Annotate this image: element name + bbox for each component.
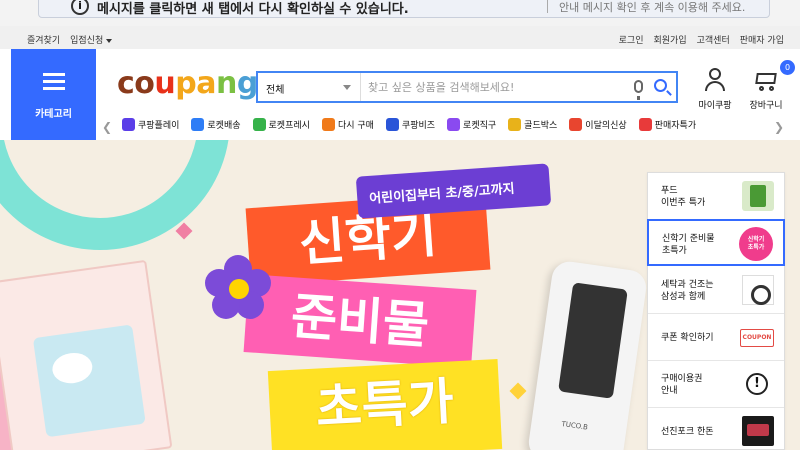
global-icon	[447, 118, 461, 131]
side-promo-item[interactable]: 푸드 이번주 특가	[648, 173, 784, 220]
shortcut-label: 로켓배송	[207, 121, 241, 131]
side-promo-label: 신학기 준비물 초특가	[662, 234, 715, 256]
shortcut-label: 골드박스	[524, 121, 558, 131]
mycoupang-label: 마이쿠팡	[698, 101, 732, 111]
shortcut-item[interactable]: 로켓프레시	[252, 118, 310, 131]
banner-headline-3: 초특가	[267, 359, 503, 450]
sparkle-icon	[509, 382, 527, 400]
side-promo-label: 선진포크 한돈	[661, 427, 714, 437]
shortcut-label: 로켓직구	[463, 121, 497, 131]
notice-banner[interactable]: i 메시지를 클릭하면 새 탭에서 다시 확인하실 수 있습니다. 안내 메시지…	[38, 0, 770, 18]
biz-icon	[385, 118, 399, 131]
seller-apply-label: 입점신청	[70, 36, 104, 46]
rocket-fresh-icon	[252, 118, 266, 131]
microphone-icon[interactable]	[634, 80, 643, 100]
search-icon[interactable]	[654, 79, 667, 92]
shortcut-item[interactable]: 골드박스	[508, 118, 557, 131]
side-promo-label: 구매이용권 안내	[661, 374, 703, 396]
shortcut-item[interactable]: 쿠팡비즈	[385, 118, 436, 131]
shortcut-item[interactable]: 이달의신상	[569, 118, 627, 131]
logo-part: g	[236, 66, 258, 101]
cart-button[interactable]: 0 장바구니	[746, 60, 795, 111]
shortcut-item[interactable]: 로켓직구	[447, 118, 496, 131]
food-icon	[742, 181, 774, 211]
product-image-notebook	[0, 259, 173, 450]
side-promo-label: 세탁과 건조는 삼성과 함께	[661, 280, 714, 302]
hamburger-icon	[43, 73, 65, 91]
logo-part: pa	[175, 66, 216, 101]
logo-part: co	[117, 66, 155, 101]
utility-bar: 즐겨찾기 입점신청 로그인 회원가입 고객센터 판매자 가입	[0, 26, 800, 49]
logo-part: u	[154, 66, 176, 101]
shortcut-item[interactable]: 로켓배송	[191, 118, 241, 131]
reorder-icon	[321, 118, 335, 131]
chevron-left-icon[interactable]: ❮	[102, 120, 112, 134]
user-icon	[704, 68, 726, 92]
shortcut-label: 쿠팡비즈	[401, 121, 436, 131]
side-promo-label: 쿠폰 확인하기	[661, 333, 714, 343]
product-brand: TUCO.B	[560, 420, 589, 432]
search-input[interactable]	[368, 77, 618, 97]
shortcut-item[interactable]: 다시 구매	[321, 118, 374, 131]
banner-tag: 어린이집부터 초/중/고까지	[355, 163, 552, 219]
seller-signup-link[interactable]: 판매자 가입	[740, 33, 784, 46]
goldbox-icon	[508, 118, 522, 131]
search-category-select[interactable]: 전체	[258, 73, 361, 101]
caret-down-icon	[106, 38, 113, 43]
side-promo-item[interactable]: 쿠폰 확인하기 COUPON	[648, 314, 784, 361]
logo-part: n	[215, 66, 237, 101]
side-promo-item[interactable]: 구매이용권 안내!	[648, 361, 784, 408]
shortcut-label: 다시 구매	[337, 121, 374, 131]
seller-apply-menu[interactable]: 입점신청	[70, 33, 113, 46]
login-link[interactable]: 로그인	[619, 33, 644, 46]
search-category-value: 전체	[266, 85, 285, 96]
side-promo-item[interactable]: 신학기 준비물 초특가 신학기 초특가	[647, 219, 785, 266]
chevron-down-icon	[343, 85, 351, 90]
shortcut-label: 쿠팡플레이	[138, 121, 180, 131]
banner-tag-text: 어린이집부터 초/중/고까지	[368, 181, 516, 207]
product-image-sharpener: TUCO.B	[526, 259, 649, 450]
cart-label: 장바구니	[749, 101, 783, 111]
banner-headline-2: 준비물	[243, 274, 477, 368]
signup-link[interactable]: 회원가입	[653, 33, 686, 46]
meat-icon	[742, 416, 774, 446]
play-icon	[122, 118, 135, 131]
bookmark-link[interactable]: 즐겨찾기	[27, 33, 60, 46]
shortcut-list: 쿠팡플레이 로켓배송 로켓프레시 다시 구매 쿠팡비즈 로켓직구 골드박스 이달의신상 판매자특…	[122, 118, 696, 131]
cart-count-badge: 0	[780, 60, 795, 75]
notice-divider	[547, 0, 548, 13]
promo-side-panel: 푸드 이번주 특가신학기 준비물 초특가 신학기 초특가세탁과 건조는 삼성과 함…	[647, 172, 785, 450]
mycoupang-button[interactable]: 마이쿠팡	[696, 68, 734, 111]
decorative-ring	[0, 140, 230, 250]
customer-center-link[interactable]: 고객센터	[697, 33, 730, 46]
sale-icon	[638, 118, 652, 131]
new-icon	[569, 118, 583, 131]
shortcut-bar: ❮ 쿠팡플레이 로켓배송 로켓프레시 다시 구매 쿠팡비즈 로켓직구 골드박스 이달의신상 판매…	[100, 116, 790, 140]
info-icon: i	[71, 0, 89, 15]
coupon-icon: COUPON	[740, 329, 774, 347]
side-promo-label: 푸드 이번주 특가	[661, 186, 706, 208]
notice-bar-area: i 메시지를 클릭하면 새 탭에서 다시 확인하실 수 있습니다. 안내 메시지…	[0, 0, 800, 26]
flower-icon	[205, 255, 271, 321]
rocket-icon	[191, 118, 205, 131]
shortcut-item[interactable]: 판매자특가	[638, 118, 697, 131]
sparkle-icon	[175, 222, 193, 240]
notice-sub-text: 안내 메시지 확인 후 계속 이용해 주세요.	[559, 1, 746, 14]
cart-icon: 0	[754, 60, 795, 92]
chevron-right-icon[interactable]: ❯	[774, 120, 784, 134]
washer-icon	[742, 275, 774, 305]
badge-icon: 신학기 초특가	[739, 227, 773, 261]
search-bar: 전체	[256, 71, 678, 103]
coupang-logo[interactable]: coupang	[117, 66, 258, 101]
side-promo-item[interactable]: 선진포크 한돈	[648, 408, 784, 450]
shortcut-label: 판매자특가	[654, 121, 697, 131]
shortcut-label: 로켓프레시	[268, 121, 310, 131]
shortcut-item[interactable]: 쿠팡플레이	[122, 118, 179, 131]
category-menu-button[interactable]: 카테고리	[11, 49, 96, 140]
side-promo-item[interactable]: 세탁과 건조는 삼성과 함께	[648, 267, 784, 314]
shortcut-label: 이달의신상	[585, 121, 627, 131]
category-label: 카테고리	[35, 109, 72, 120]
excl-icon: !	[746, 373, 768, 395]
notice-text: 메시지를 클릭하면 새 탭에서 다시 확인하실 수 있습니다.	[97, 2, 409, 17]
